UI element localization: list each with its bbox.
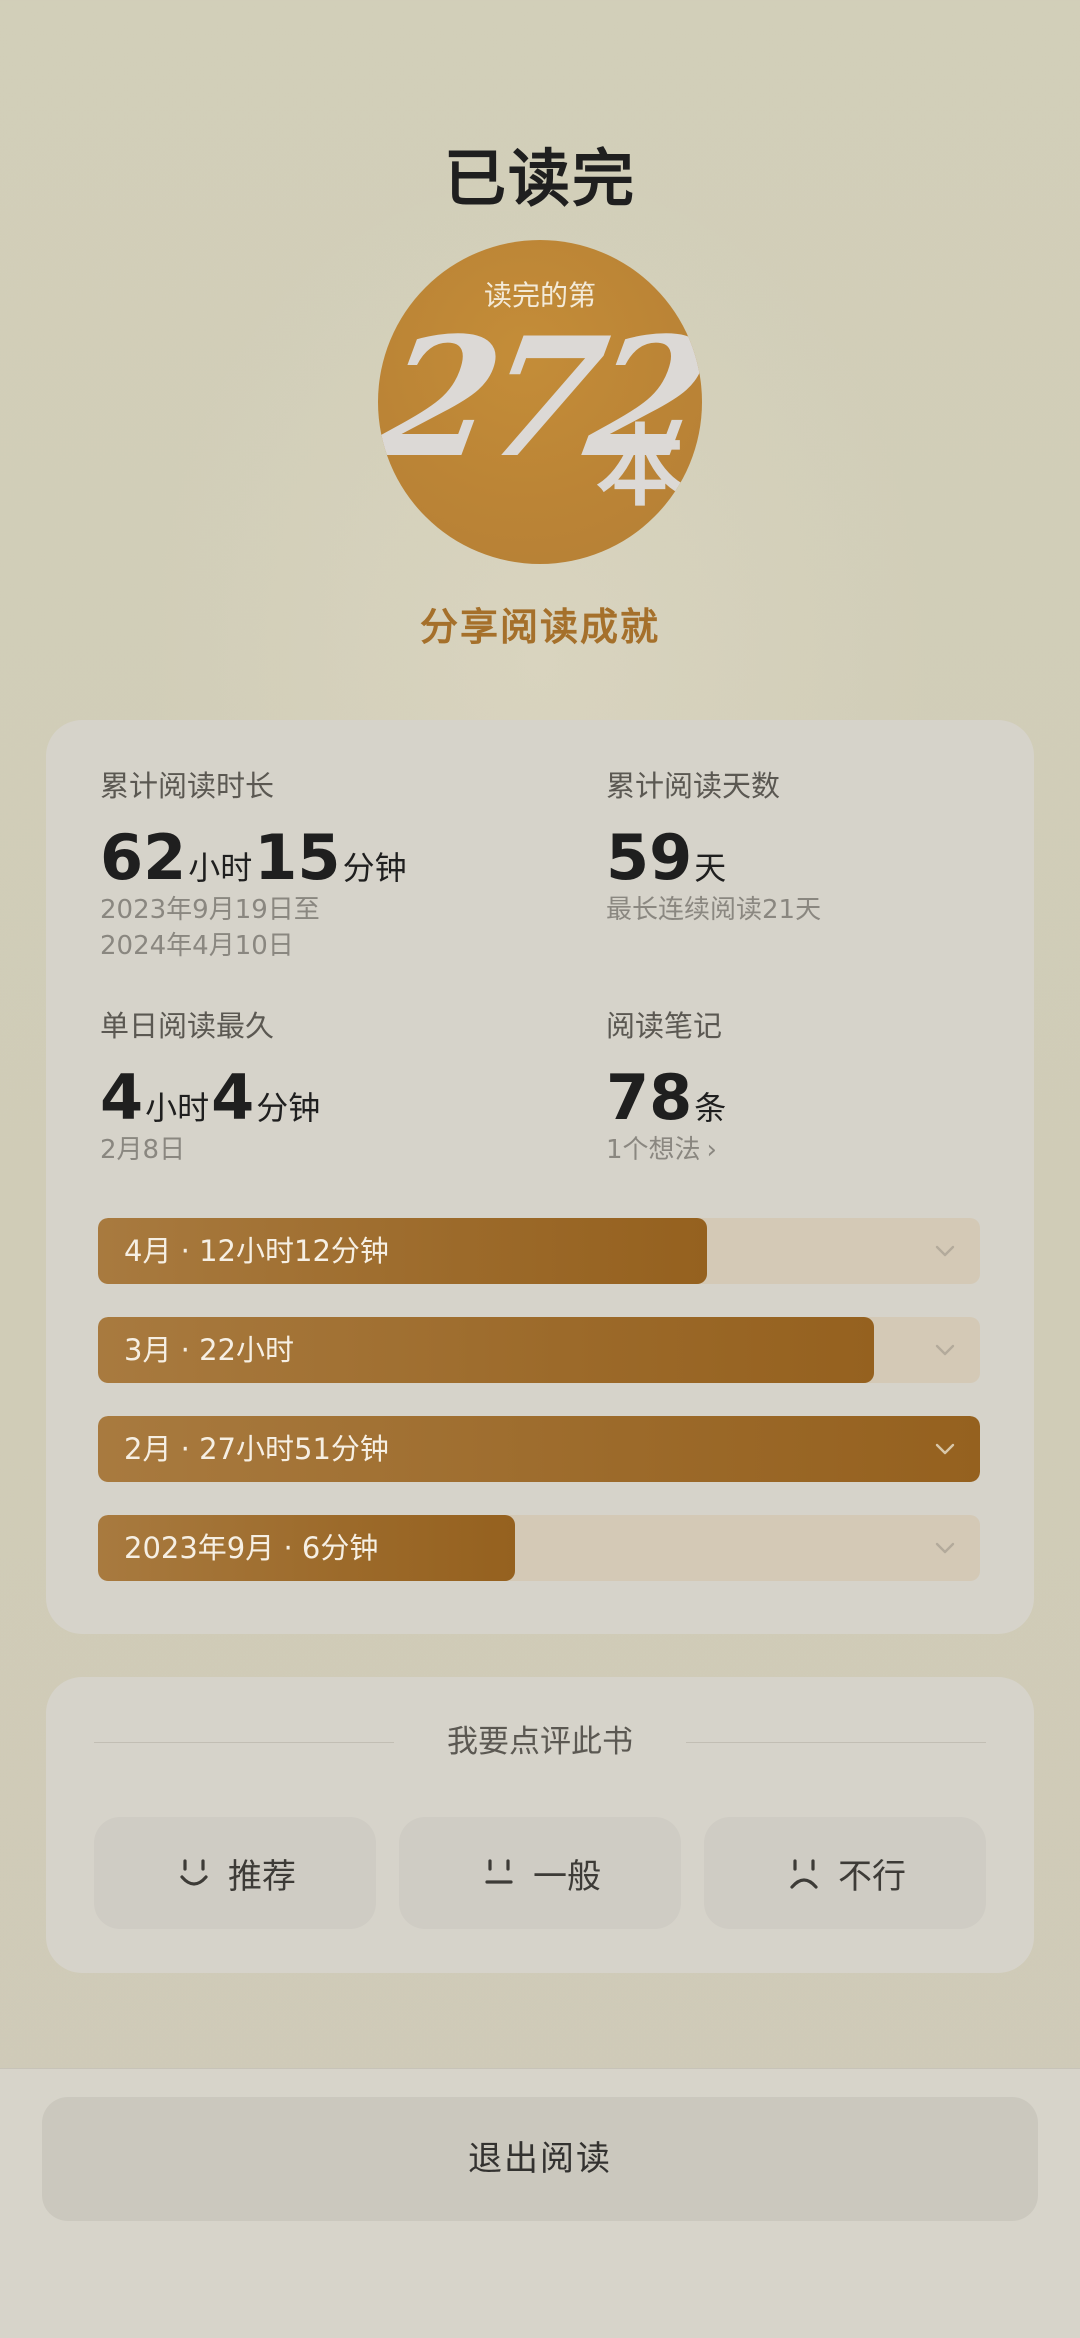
stat-notes: 阅读笔记 78条 1个想法 › bbox=[606, 1006, 728, 1168]
longest-minutes: 4 bbox=[211, 1061, 255, 1134]
chevron-down-icon bbox=[935, 1443, 955, 1455]
month-bar-february[interactable]: 2月 · 27小时51分钟 bbox=[98, 1416, 980, 1482]
achievement-badge[interactable]: 读完的第 272 本 bbox=[378, 240, 702, 564]
stat-total-time: 累计阅读时长 62小时15分钟 2023年9月19日至 2024年4月10日 bbox=[100, 766, 409, 964]
chevron-down-icon bbox=[935, 1245, 955, 1257]
month-bar-label: 2023年9月 · 6分钟 bbox=[124, 1531, 379, 1565]
recommend-label: 推荐 bbox=[228, 1856, 296, 1897]
total-hours: 62 bbox=[100, 821, 187, 894]
stat-total-time-label: 累计阅读时长 bbox=[100, 769, 275, 803]
total-days-unit: 天 bbox=[694, 849, 727, 887]
longest-hours: 4 bbox=[100, 1061, 144, 1134]
stat-longest-day: 单日阅读最久 4小时4分钟 2月8日 bbox=[100, 1006, 322, 1168]
page-title: 已读完 bbox=[443, 142, 636, 215]
frown-face-icon bbox=[790, 1859, 818, 1889]
total-time-range-start: 2023年9月19日至 bbox=[100, 895, 320, 925]
chevron-down-icon bbox=[935, 1542, 955, 1554]
badge-unit: 本 bbox=[595, 414, 684, 518]
neutral-face-icon bbox=[485, 1859, 513, 1884]
stat-total-days-label: 累计阅读天数 bbox=[606, 769, 781, 803]
month-bar-april[interactable]: 4月 · 12小时12分钟 bbox=[98, 1218, 980, 1284]
total-hours-unit: 小时 bbox=[188, 849, 253, 887]
not-recommend-button[interactable]: 不行 bbox=[704, 1817, 986, 1929]
neutral-button[interactable]: 一般 bbox=[399, 1817, 681, 1929]
review-card: 我要点评此书 推荐 一般 不行 bbox=[46, 1677, 1034, 1973]
longest-day-date: 2月8日 bbox=[100, 1135, 186, 1165]
thoughts-link[interactable]: 1个想法 › bbox=[606, 1132, 728, 1168]
smile-face-icon bbox=[180, 1859, 208, 1886]
month-bar-march[interactable]: 3月 · 22小时 bbox=[98, 1317, 980, 1383]
share-achievement-link[interactable]: 分享阅读成就 bbox=[0, 596, 1080, 651]
stat-longest-day-value: 4小时4分钟 bbox=[100, 1064, 322, 1132]
total-days: 59 bbox=[606, 821, 693, 894]
not-recommend-label: 不行 bbox=[838, 1856, 906, 1897]
longest-minutes-unit: 分钟 bbox=[256, 1089, 321, 1127]
longest-hours-unit: 小时 bbox=[145, 1089, 210, 1127]
stat-notes-label: 阅读笔记 bbox=[606, 1009, 723, 1043]
total-time-range-end: 2024年4月10日 bbox=[100, 931, 294, 961]
stat-total-days: 累计阅读天数 59天 最长连续阅读21天 bbox=[606, 766, 821, 928]
month-bar-label: 3月 · 22小时 bbox=[124, 1333, 295, 1367]
month-bar-label: 2月 · 27小时51分钟 bbox=[124, 1432, 389, 1466]
thoughts-link-label: 1个想法 bbox=[606, 1135, 701, 1165]
total-minutes: 15 bbox=[254, 821, 341, 894]
notes-unit: 条 bbox=[694, 1089, 727, 1127]
review-title-row: 我要点评此书 bbox=[94, 1717, 986, 1767]
neutral-label: 一般 bbox=[533, 1856, 601, 1897]
stat-total-time-value: 62小时15分钟 bbox=[100, 824, 409, 892]
reading-stats-card: 累计阅读时长 62小时15分钟 2023年9月19日至 2024年4月10日 累… bbox=[46, 720, 1034, 1634]
longest-streak: 最长连续阅读21天 bbox=[606, 895, 822, 925]
chevron-right-icon: › bbox=[706, 1135, 717, 1165]
notes-count: 78 bbox=[606, 1061, 693, 1134]
stat-total-days-value: 59天 bbox=[606, 824, 821, 892]
stat-notes-value: 78条 bbox=[606, 1064, 728, 1132]
bottom-bar: 退出阅读 bbox=[0, 2068, 1080, 2338]
stat-longest-day-label: 单日阅读最久 bbox=[100, 1009, 275, 1043]
review-title: 我要点评此书 bbox=[447, 1724, 633, 1760]
month-bar-september-2023[interactable]: 2023年9月 · 6分钟 bbox=[98, 1515, 980, 1581]
exit-reading-button[interactable]: 退出阅读 bbox=[42, 2097, 1038, 2221]
recommend-button[interactable]: 推荐 bbox=[94, 1817, 376, 1929]
total-minutes-unit: 分钟 bbox=[342, 849, 407, 887]
chevron-down-icon bbox=[935, 1344, 955, 1356]
month-bar-label: 4月 · 12小时12分钟 bbox=[124, 1234, 389, 1268]
